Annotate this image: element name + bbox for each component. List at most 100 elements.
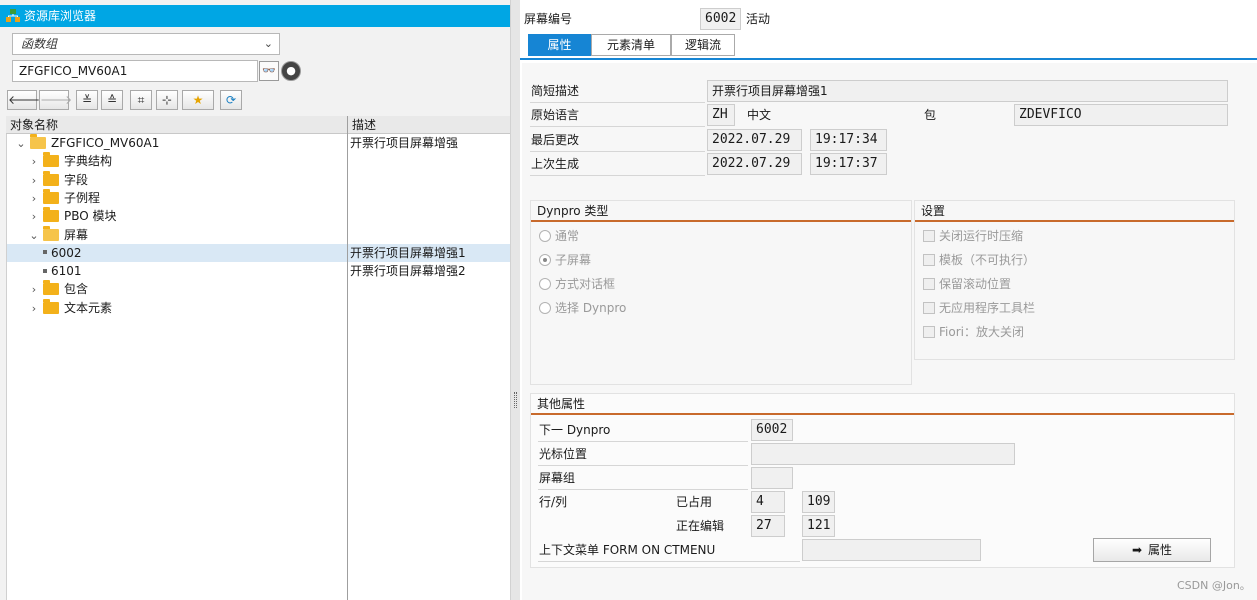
tree-node-label: 6101 — [51, 264, 82, 279]
tree-column-header: 对象名称 描述 — [6, 116, 512, 134]
glasses-icon: 👓 — [262, 64, 276, 77]
edit-row-field[interactable]: 27 — [751, 515, 785, 537]
radio-modal-dialog[interactable]: 方式对话框 — [539, 273, 615, 295]
used-col-field: 109 — [802, 491, 835, 513]
tree-row[interactable]: › 字典结构 — [7, 152, 513, 170]
context-menu-field[interactable] — [802, 539, 981, 561]
back-button[interactable]: 🡐 — [7, 90, 41, 110]
tree-node[interactable]: › 文本元素 — [28, 298, 112, 318]
chevron-right-icon[interactable]: › — [28, 208, 40, 226]
radio-subscreen[interactable]: 子屏幕 — [539, 249, 591, 271]
tree-row[interactable]: ⌄ 屏幕 — [7, 225, 513, 245]
chevron-right-icon[interactable]: › — [28, 300, 40, 318]
tree-node-label: 子例程 — [64, 190, 101, 205]
checkbox-no-toolbar[interactable]: 无应用程序工具栏 — [923, 297, 1035, 319]
cursor-position-field[interactable] — [751, 443, 1015, 465]
tab-attributes[interactable]: 属性 — [528, 34, 591, 56]
refresh-button[interactable]: ⟳ — [220, 90, 242, 110]
checkbox-keep-scroll[interactable]: 保留滚动位置 — [923, 273, 1011, 295]
tree-node[interactable]: ⌄ 屏幕 — [28, 225, 88, 245]
chevron-right-icon[interactable]: › — [28, 153, 40, 171]
collapse-all-icon: ≙ — [106, 93, 118, 107]
tree-node[interactable]: ⌄ ZFGFICO_MV60A1 — [15, 134, 159, 153]
radio-selection-dynpro[interactable]: 选择 Dynpro — [539, 297, 626, 319]
row-divider — [538, 489, 748, 490]
tree-node[interactable]: › 子例程 — [28, 188, 101, 208]
tree-row[interactable]: ⌄ ZFGFICO_MV60A1 开票行项目屏幕增强 — [7, 134, 513, 152]
tree-node-label: 字典结构 — [64, 154, 113, 169]
chevron-right-icon[interactable]: › — [28, 281, 40, 299]
row-divider — [538, 441, 748, 442]
tree-row[interactable]: › 字段 — [7, 170, 513, 190]
settings-title: 设置 — [921, 204, 946, 218]
checkbox-icon — [923, 326, 935, 338]
column-object-name[interactable]: 对象名称 — [10, 116, 58, 134]
checkbox-icon — [923, 230, 935, 242]
tree-node[interactable]: › 包含 — [28, 280, 88, 299]
short-desc-field[interactable]: 开票行项目屏幕增强1 — [707, 80, 1228, 102]
tree-row[interactable]: › 包含 — [7, 280, 513, 298]
column-divider[interactable] — [347, 116, 348, 600]
tree-row[interactable]: › 子例程 — [7, 188, 513, 208]
display-glasses-button[interactable]: 👓 — [259, 61, 279, 81]
chevron-right-icon[interactable]: › — [28, 172, 40, 190]
group-header-bar — [915, 220, 1234, 222]
favorites-button[interactable]: ★ — [182, 90, 214, 110]
pane-splitter[interactable] — [510, 0, 520, 600]
watermark: CSDN @Jon。 — [1177, 579, 1251, 592]
choose-object-button[interactable]: ● — [281, 61, 301, 81]
checkbox-template[interactable]: 模板（不可执行） — [923, 249, 1035, 271]
row-divider — [530, 175, 705, 176]
tree-node[interactable]: › PBO 模块 — [28, 207, 117, 226]
checkbox-fiori-zoom[interactable]: Fiori：放大关闭 — [923, 321, 1024, 343]
chevron-right-icon[interactable]: › — [28, 190, 40, 208]
find-button[interactable]: ⌗ — [130, 90, 152, 110]
tab-flow-logic[interactable]: 逻辑流 — [671, 34, 735, 56]
forward-arrow-icon: 🡒 — [40, 93, 73, 107]
chevron-down-icon: ⌄ — [263, 37, 273, 50]
tree-node[interactable]: › 字典结构 — [28, 152, 112, 171]
forward-button[interactable]: 🡒 — [39, 90, 73, 110]
checkbox-icon — [923, 278, 935, 290]
collapse-all-button[interactable]: ≙ — [101, 90, 123, 110]
screen-group-field[interactable] — [751, 467, 793, 489]
expand-all-button[interactable]: ≚ — [76, 90, 98, 110]
object-type-dropdown[interactable]: 函数组 ⌄ — [12, 33, 280, 55]
folder-icon — [43, 188, 59, 204]
package-field: ZDEVFICO — [1014, 104, 1228, 126]
group-header-bar — [531, 220, 911, 222]
radio-circle-icon — [539, 230, 551, 242]
radio-selection-label: 选择 Dynpro — [555, 301, 627, 315]
tree-row[interactable]: › 文本元素 — [7, 298, 513, 318]
attributes-button[interactable]: ➡ 属性 — [1093, 538, 1211, 562]
tree-node[interactable]: 6002 — [41, 244, 82, 262]
short-desc-label: 简短描述 — [531, 84, 580, 98]
radio-normal[interactable]: 通常 — [539, 225, 579, 247]
hierarchy-icon: ⊹ — [161, 93, 173, 107]
back-arrow-icon: 🡐 — [8, 93, 41, 107]
tree-node[interactable]: 6101 — [41, 262, 82, 280]
tree-row[interactable]: › PBO 模块 — [7, 207, 513, 225]
column-description[interactable]: 描述 — [352, 116, 376, 134]
hierarchy-button[interactable]: ⊹ — [156, 90, 178, 110]
repository-browser-icon — [6, 9, 20, 22]
radio-subscreen-label: 子屏幕 — [555, 253, 592, 267]
checkbox-no-toolbar-label: 无应用程序工具栏 — [939, 301, 1036, 315]
dynpro-type-title: Dynpro 类型 — [537, 204, 609, 218]
chevron-down-icon[interactable]: ⌄ — [28, 227, 40, 245]
orig-lang-name: 中文 — [747, 108, 772, 122]
tree-node[interactable]: › 字段 — [28, 170, 88, 190]
edit-col-field[interactable]: 121 — [802, 515, 835, 537]
checkbox-disable-compression[interactable]: 关闭运行时压缩 — [923, 225, 1023, 247]
tab-element-list[interactable]: 元素清单 — [591, 34, 671, 56]
tree-node-description: 开票行项目屏幕增强2 — [350, 264, 466, 279]
object-name-input[interactable]: ZFGFICO_MV60A1 — [12, 60, 258, 82]
tree-row[interactable]: 6002 开票行项目屏幕增强1 — [7, 243, 513, 262]
next-dynpro-field[interactable]: 6002 — [751, 419, 793, 441]
checkbox-disable-compression-label: 关闭运行时压缩 — [939, 229, 1024, 243]
used-row-field: 4 — [751, 491, 785, 513]
folder-icon — [43, 170, 59, 186]
chevron-down-icon[interactable]: ⌄ — [15, 135, 27, 153]
radio-circle-icon — [539, 254, 551, 266]
tree-row[interactable]: 6101 开票行项目屏幕增强2 — [7, 262, 513, 280]
